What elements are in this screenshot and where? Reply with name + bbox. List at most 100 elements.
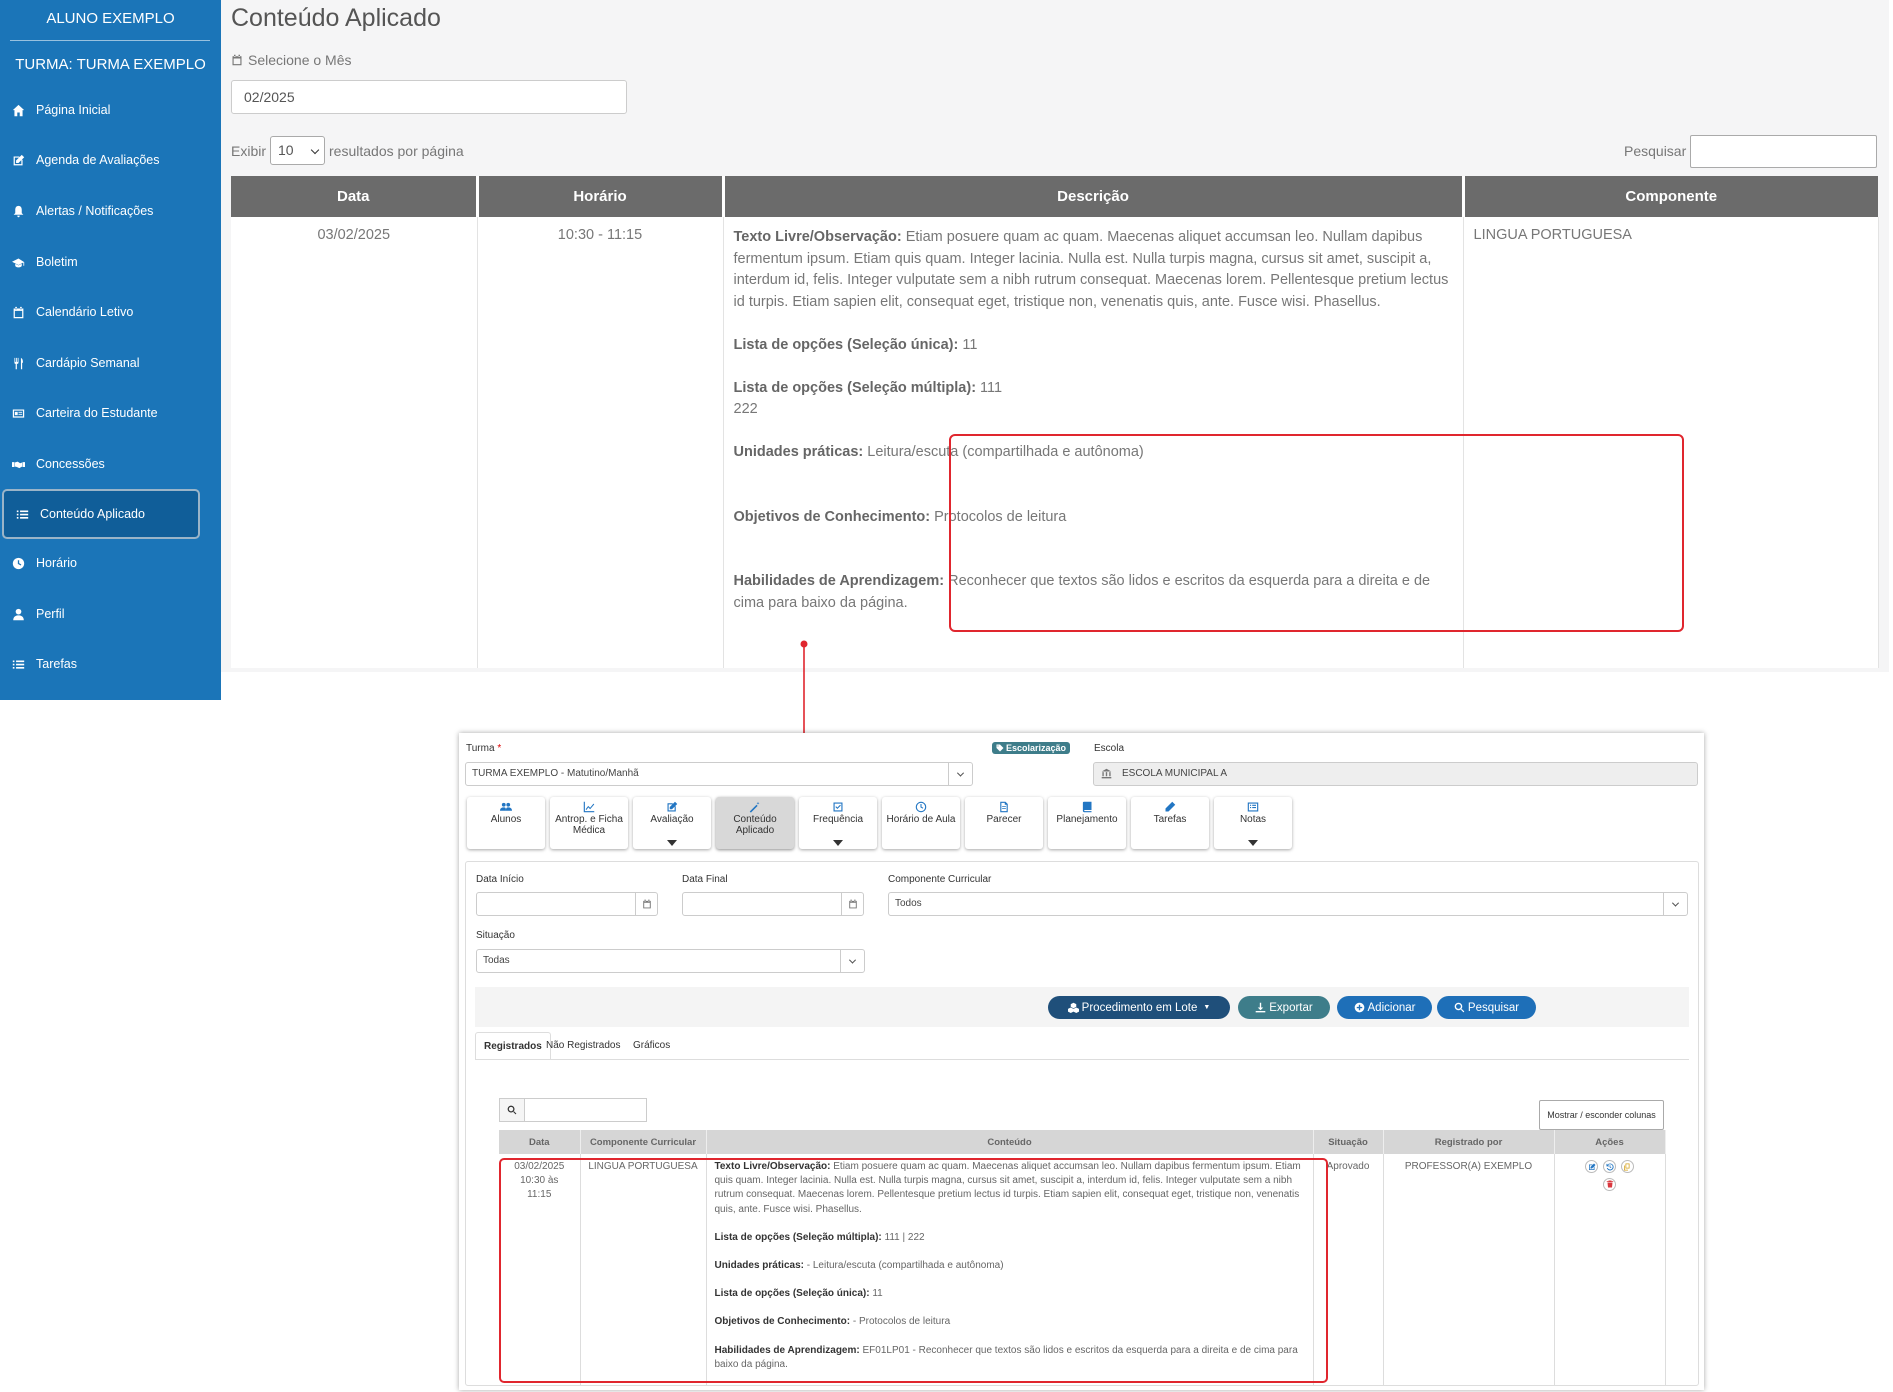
- copy-icon[interactable]: [1620, 1160, 1634, 1173]
- sidebar-item-perfil[interactable]: Perfil: [0, 591, 221, 637]
- dropdown-caret-icon: [667, 840, 677, 846]
- component-label: Componente Curricular: [888, 874, 992, 885]
- start-date-input[interactable]: [476, 892, 658, 916]
- tab-graficos[interactable]: Gráficos: [625, 1032, 678, 1060]
- page-length-select[interactable]: 10: [270, 136, 326, 165]
- sidebar-item-label: Conteúdo Aplicado: [40, 507, 145, 521]
- cutlery-icon: [0, 357, 36, 370]
- column-header-conteudo[interactable]: Conteúdo: [706, 1130, 1314, 1154]
- list-icon: [0, 658, 36, 671]
- sidebar-item-label: Tarefas: [36, 657, 77, 671]
- schooling-badge: Escolarização: [992, 742, 1071, 754]
- tag-icon: [996, 744, 1004, 752]
- toggle-columns-button[interactable]: Mostrar / esconder colunas: [1539, 1100, 1664, 1130]
- dropdown-caret-icon: [833, 840, 843, 846]
- sidebar-item-tarefas[interactable]: Tarefas: [0, 641, 221, 687]
- portal-main: Conteúdo Aplicado Selecione o Mês 02/202…: [221, 0, 1889, 672]
- toolbar-horario-aula-button[interactable]: Horário de Aula: [882, 797, 960, 849]
- users-icon: [500, 802, 512, 811]
- column-header-componente[interactable]: Componente Curricular: [580, 1130, 707, 1154]
- highlight-box-bottom: [499, 1158, 1328, 1383]
- column-header-data[interactable]: Data: [499, 1130, 581, 1154]
- search-icon: [1454, 1002, 1465, 1013]
- export-button[interactable]: Exportar: [1238, 996, 1330, 1019]
- clock-icon: [915, 801, 927, 813]
- edit-icon[interactable]: [1585, 1160, 1599, 1173]
- escola-field: ESCOLA MUNICIPAL A: [1093, 762, 1698, 786]
- search-button[interactable]: Pesquisar: [1437, 996, 1536, 1019]
- tab-nao-registrados[interactable]: Não Registrados: [538, 1032, 628, 1060]
- sidebar-item-alertas[interactable]: Alertas / Notificações: [0, 188, 221, 234]
- column-header-situacao[interactable]: Situação: [1313, 1130, 1384, 1154]
- sidebar-item-horario[interactable]: Horário: [0, 540, 221, 586]
- history-icon[interactable]: [1603, 1160, 1616, 1173]
- sidebar-item-pagina-inicial[interactable]: Página Inicial: [0, 87, 221, 133]
- sidebar-item-label: Agenda de Avaliações: [36, 153, 160, 167]
- edit-icon: [0, 154, 36, 167]
- grid-search-input[interactable]: [525, 1098, 647, 1122]
- sidebar: ALUNO EXEMPLO TURMA: TURMA EXEMPLO Págin…: [0, 0, 221, 700]
- sidebar-item-label: Boletim: [36, 255, 78, 269]
- sidebar-item-boletim[interactable]: Boletim: [0, 239, 221, 285]
- download-icon: [1255, 1002, 1266, 1013]
- bank-icon: [1101, 768, 1112, 779]
- desc-single-choice: Lista de opções (Seleção única): 11: [733, 336, 978, 353]
- month-label: Selecione o Mês: [231, 52, 352, 68]
- toolbar-antrop-button[interactable]: Antrop. e Ficha Médica: [550, 797, 628, 849]
- sidebar-item-calendario[interactable]: Calendário Letivo: [0, 289, 221, 335]
- status-select[interactable]: Todas: [476, 949, 865, 973]
- sidebar-item-label: Perfil: [36, 607, 65, 621]
- month-input[interactable]: 02/2025: [231, 80, 627, 114]
- check-square-icon: [833, 802, 843, 812]
- graduation-cap-icon: [0, 256, 36, 269]
- calendar-icon: [0, 306, 36, 319]
- tab-divider: [475, 1059, 1689, 1060]
- desc-multi-choice: Lista de opções (Seleção múltipla): 111 2…: [733, 379, 1003, 418]
- sidebar-item-agenda-avaliacoes[interactable]: Agenda de Avaliações: [0, 137, 221, 183]
- column-header-descricao[interactable]: Descrição: [723, 176, 1465, 217]
- toolbar-tarefas-button[interactable]: Tarefas: [1131, 797, 1209, 849]
- sidebar-item-conteudo-aplicado[interactable]: Conteúdo Aplicado: [2, 489, 200, 539]
- toolbar-frequencia-button[interactable]: Frequência: [799, 797, 877, 849]
- row-time: 10:30 - 11:15: [477, 217, 724, 668]
- sidebar-item-carteira[interactable]: Carteira do Estudante: [0, 390, 221, 436]
- student-name: ALUNO EXEMPLO: [46, 10, 175, 27]
- batch-procedure-button[interactable]: Procedimento em Lote ▼: [1048, 996, 1230, 1019]
- toolbar-conteudo-aplicado-button[interactable]: Conteúdo Aplicado: [716, 797, 794, 849]
- column-header-horario[interactable]: Horário: [477, 176, 725, 217]
- id-card-icon: [0, 407, 36, 420]
- action-bar: Procedimento em Lote ▼ Exportar Adiciona…: [475, 987, 1689, 1027]
- calendar-icon: [841, 893, 863, 915]
- sidebar-item-cardapio[interactable]: Cardápio Semanal: [0, 340, 221, 386]
- sidebar-item-label: Concessões: [36, 457, 105, 471]
- toolbar-parecer-button[interactable]: Parecer: [965, 797, 1043, 849]
- end-date-label: Data Final: [682, 874, 728, 885]
- cubes-icon: [1067, 1002, 1079, 1013]
- add-button[interactable]: Adicionar: [1337, 996, 1432, 1019]
- toolbar-notas-button[interactable]: Notas: [1214, 797, 1292, 849]
- row-actions: [1554, 1154, 1666, 1386]
- toolbar-alunos-button[interactable]: Alunos: [467, 797, 545, 849]
- toolbar-planejamento-button[interactable]: Planejamento: [1048, 797, 1126, 849]
- turma-select[interactable]: TURMA EXEMPLO - Matutino/Manhã: [465, 762, 973, 786]
- end-date-input[interactable]: [682, 892, 864, 916]
- page-title: Conteúdo Aplicado: [231, 4, 441, 32]
- sidebar-item-label: Alertas / Notificações: [36, 204, 154, 218]
- trash-icon[interactable]: [1603, 1177, 1616, 1191]
- column-header-componente[interactable]: Componente: [1463, 176, 1878, 217]
- column-header-acoes[interactable]: Ações: [1554, 1130, 1666, 1154]
- component-select[interactable]: Todos: [888, 892, 1688, 916]
- row-registered-by: PROFESSOR(A) EXEMPLO: [1383, 1154, 1555, 1386]
- toolbar-avaliacao-button[interactable]: Avaliação: [633, 797, 711, 849]
- column-header-registrado-por[interactable]: Registrado por: [1383, 1130, 1555, 1154]
- chevron-down-icon: [948, 763, 972, 785]
- column-header-data[interactable]: Data: [231, 176, 479, 217]
- page-length-control: Exibir 10 resultados por página: [231, 136, 464, 165]
- dropdown-caret-icon: ▼: [1203, 1004, 1211, 1011]
- home-icon: [0, 104, 36, 117]
- search-input[interactable]: [1690, 135, 1877, 168]
- sidebar-item-concessoes[interactable]: Concessões: [0, 441, 221, 487]
- sidebar-item-label: Página Inicial: [36, 103, 111, 117]
- sidebar-item-label: Horário: [36, 556, 77, 570]
- search-icon: [499, 1098, 525, 1122]
